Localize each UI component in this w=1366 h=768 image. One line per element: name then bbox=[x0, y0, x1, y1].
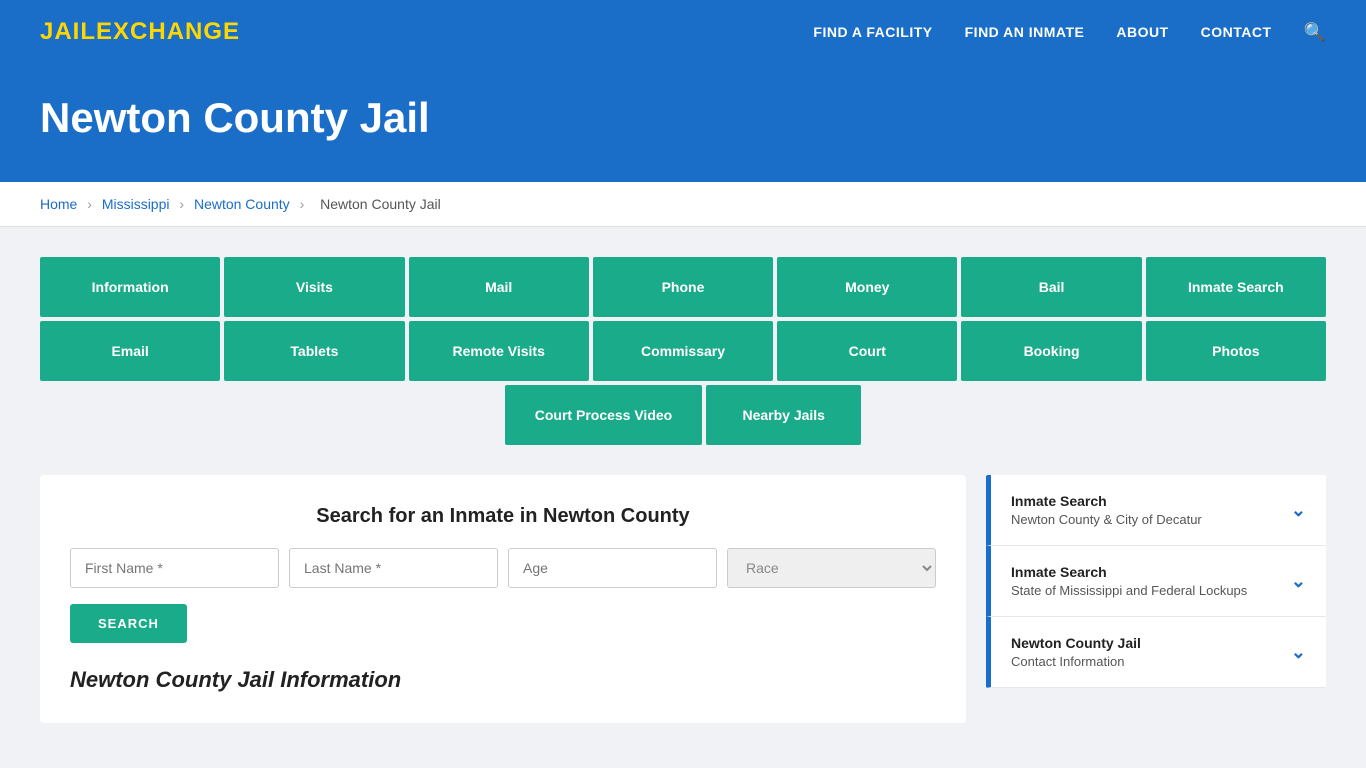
sidebar-card-subtitle-2: Contact Information bbox=[1011, 654, 1141, 669]
search-icon[interactable]: 🔍 bbox=[1304, 22, 1326, 43]
sidebar-card-subtitle-1: State of Mississippi and Federal Lockups bbox=[1011, 583, 1247, 598]
search-button[interactable]: SEARCH bbox=[70, 604, 187, 643]
btn-money[interactable]: Money bbox=[777, 257, 957, 317]
btn-information[interactable]: Information bbox=[40, 257, 220, 317]
button-grid-row1: Information Visits Mail Phone Money Bail… bbox=[40, 257, 1326, 317]
nav-about[interactable]: ABOUT bbox=[1116, 24, 1168, 40]
breadcrumb-newton-county[interactable]: Newton County bbox=[194, 196, 290, 212]
main-layout: Search for an Inmate in Newton County Ra… bbox=[40, 475, 1326, 723]
page-title: Newton County Jail bbox=[40, 94, 1326, 142]
sidebar-card-text-1: Inmate Search State of Mississippi and F… bbox=[1011, 564, 1247, 598]
btn-booking[interactable]: Booking bbox=[961, 321, 1141, 381]
btn-email[interactable]: Email bbox=[40, 321, 220, 381]
btn-court[interactable]: Court bbox=[777, 321, 957, 381]
breadcrumb: Home › Mississippi › Newton County › New… bbox=[0, 182, 1366, 227]
navbar: JAILEXCHANGE FIND A FACILITY FIND AN INM… bbox=[0, 0, 1366, 64]
btn-inmate-search[interactable]: Inmate Search bbox=[1146, 257, 1326, 317]
btn-photos[interactable]: Photos bbox=[1146, 321, 1326, 381]
sidebar-card-title-0: Inmate Search bbox=[1011, 493, 1202, 509]
button-grid-row3: Court Process Video Nearby Jails bbox=[40, 385, 1326, 445]
nav-links: FIND A FACILITY FIND AN INMATE ABOUT CON… bbox=[813, 22, 1326, 43]
logo-exchange: EXCHANGE bbox=[96, 18, 240, 45]
breadcrumb-sep2: › bbox=[179, 196, 188, 212]
breadcrumb-home[interactable]: Home bbox=[40, 196, 77, 212]
sidebar-card-subtitle-0: Newton County & City of Decatur bbox=[1011, 512, 1202, 527]
age-input[interactable] bbox=[508, 548, 717, 588]
sidebar-card-1[interactable]: Inmate Search State of Mississippi and F… bbox=[986, 546, 1326, 617]
nav-contact[interactable]: CONTACT bbox=[1201, 24, 1272, 40]
hero-section: Newton County Jail bbox=[0, 64, 1366, 182]
btn-nearby-jails[interactable]: Nearby Jails bbox=[706, 385, 861, 445]
last-name-input[interactable] bbox=[289, 548, 498, 588]
search-fields: Race bbox=[70, 548, 936, 588]
btn-bail[interactable]: Bail bbox=[961, 257, 1141, 317]
breadcrumb-mississippi[interactable]: Mississippi bbox=[102, 196, 170, 212]
sidebar-card-text-2: Newton County Jail Contact Information bbox=[1011, 635, 1141, 669]
btn-visits[interactable]: Visits bbox=[224, 257, 404, 317]
search-title: Search for an Inmate in Newton County bbox=[70, 505, 936, 528]
btn-phone[interactable]: Phone bbox=[593, 257, 773, 317]
chevron-down-icon-0: ⌄ bbox=[1291, 500, 1306, 521]
breadcrumb-sep1: › bbox=[87, 196, 96, 212]
sidebar: Inmate Search Newton County & City of De… bbox=[986, 475, 1326, 688]
content-area: Information Visits Mail Phone Money Bail… bbox=[0, 227, 1366, 753]
sidebar-card-title-2: Newton County Jail bbox=[1011, 635, 1141, 651]
logo[interactable]: JAILEXCHANGE bbox=[40, 18, 240, 46]
nav-find-inmate[interactable]: FIND AN INMATE bbox=[965, 24, 1085, 40]
breadcrumb-current: Newton County Jail bbox=[320, 196, 441, 212]
sidebar-card-2[interactable]: Newton County Jail Contact Information ⌄ bbox=[986, 617, 1326, 688]
btn-tablets[interactable]: Tablets bbox=[224, 321, 404, 381]
chevron-down-icon-1: ⌄ bbox=[1291, 571, 1306, 592]
breadcrumb-sep3: › bbox=[300, 196, 309, 212]
chevron-down-icon-2: ⌄ bbox=[1291, 642, 1306, 663]
section-heading: Newton County Jail Information bbox=[70, 667, 936, 693]
btn-commissary[interactable]: Commissary bbox=[593, 321, 773, 381]
search-section: Search for an Inmate in Newton County Ra… bbox=[40, 475, 966, 723]
btn-court-process-video[interactable]: Court Process Video bbox=[505, 385, 702, 445]
sidebar-card-title-1: Inmate Search bbox=[1011, 564, 1247, 580]
btn-remote-visits[interactable]: Remote Visits bbox=[409, 321, 589, 381]
button-grid-row2: Email Tablets Remote Visits Commissary C… bbox=[40, 321, 1326, 381]
race-select[interactable]: Race bbox=[727, 548, 936, 588]
logo-jail: JAIL bbox=[40, 18, 96, 45]
nav-find-facility[interactable]: FIND A FACILITY bbox=[813, 24, 932, 40]
btn-mail[interactable]: Mail bbox=[409, 257, 589, 317]
first-name-input[interactable] bbox=[70, 548, 279, 588]
sidebar-card-0[interactable]: Inmate Search Newton County & City of De… bbox=[986, 475, 1326, 546]
sidebar-card-text-0: Inmate Search Newton County & City of De… bbox=[1011, 493, 1202, 527]
